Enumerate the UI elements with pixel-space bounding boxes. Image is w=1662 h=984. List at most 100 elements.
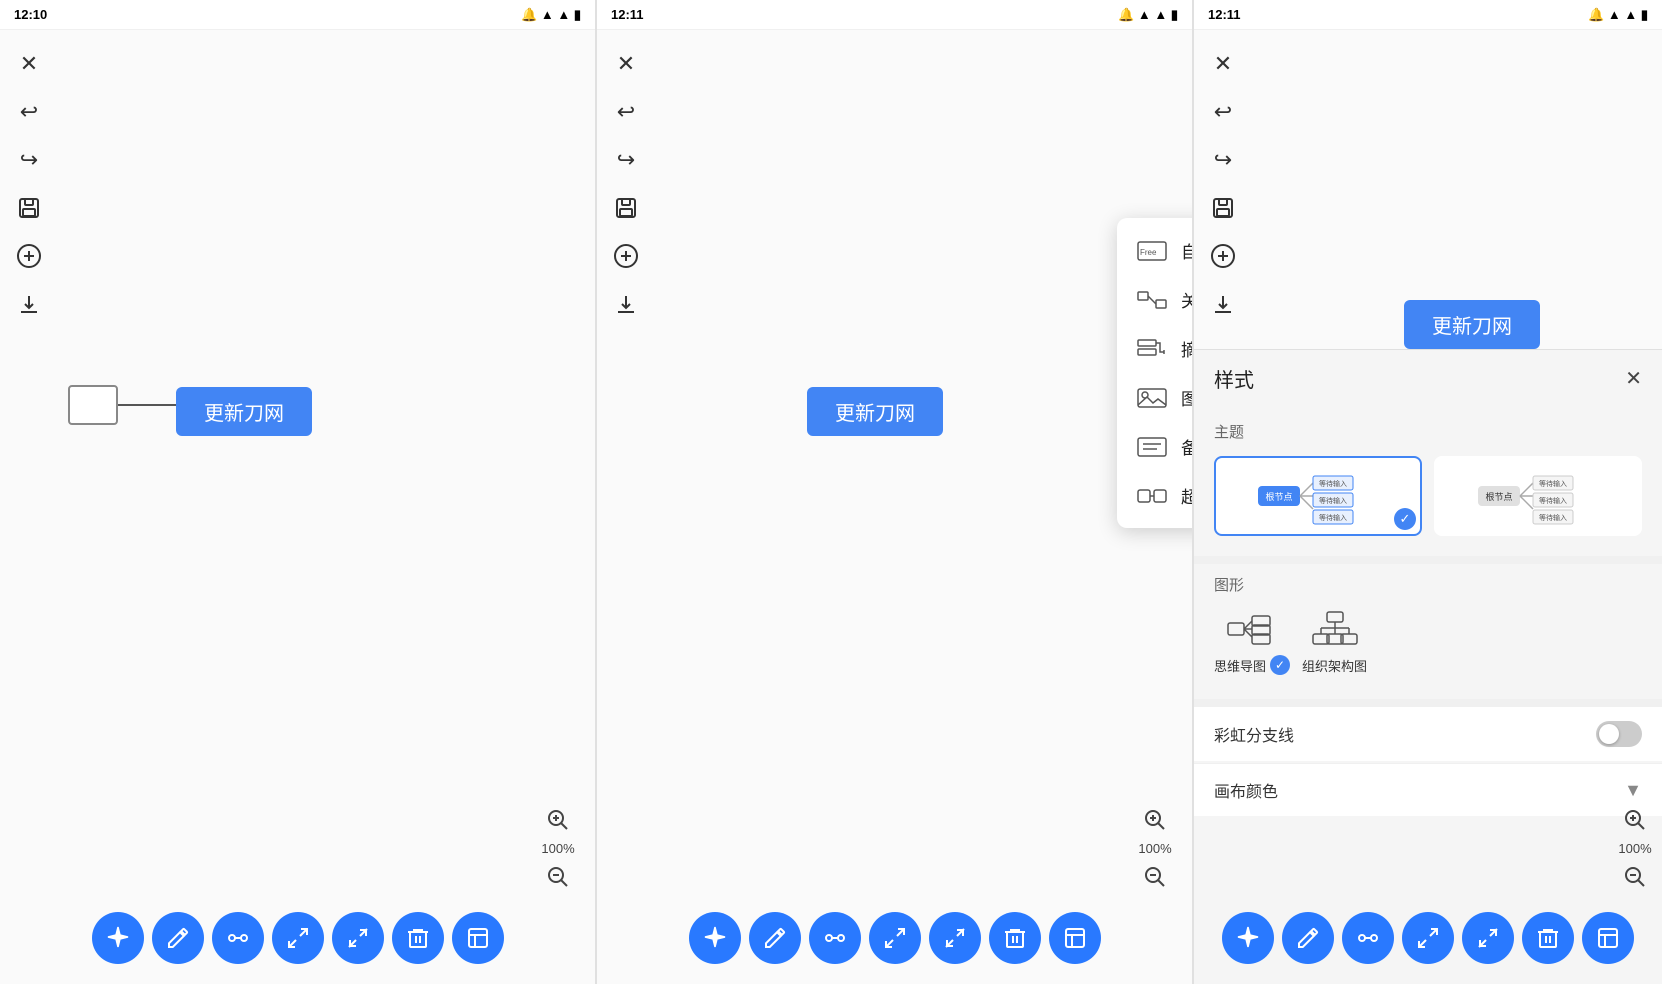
zoom-in-1[interactable] — [541, 803, 575, 837]
empty-node-1[interactable] — [68, 385, 118, 425]
undo-button-3[interactable]: ↩ — [1204, 93, 1242, 131]
wifi-icon: ▲ — [557, 7, 570, 22]
bottom-btn-expand-3[interactable] — [1402, 912, 1454, 964]
connector-1 — [118, 404, 176, 406]
bottom-btn-edit-1[interactable] — [152, 912, 204, 964]
zoom-level-2: 100% — [1138, 839, 1171, 858]
zoom-controls-2: 100% — [1138, 803, 1172, 894]
bottom-btn-delete-3[interactable] — [1522, 912, 1574, 964]
download-button-2[interactable] — [607, 285, 645, 323]
root-node-1[interactable]: 更新刀网 — [176, 387, 312, 436]
section-gap-2 — [1194, 699, 1662, 707]
close-button-2[interactable]: ✕ — [607, 45, 645, 83]
zoom-in-3[interactable] — [1618, 803, 1652, 837]
dropdown-menu: Free 自由节点 关联线 — [1117, 218, 1193, 528]
add-button-2[interactable] — [607, 237, 645, 275]
canvas-3[interactable]: 更新刀网 — [1194, 30, 1662, 350]
dropdown-item-link[interactable]: 关联线 — [1117, 275, 1193, 324]
bottom-btn-connect-1[interactable] — [212, 912, 264, 964]
shape-mindmap[interactable]: 思维导图 ✓ — [1214, 609, 1290, 675]
dropdown-item-hyperlink[interactable]: 超链接 — [1117, 471, 1193, 520]
style-panel-title: 样式 — [1214, 364, 1254, 393]
bottom-btn-magic-3[interactable] — [1222, 912, 1274, 964]
theme-card-1[interactable]: 根节点 等待输入 等待输入 等待输入 — [1214, 456, 1422, 536]
theme-1-check: ✓ — [1394, 508, 1416, 530]
bottom-btn-edit-2[interactable] — [749, 912, 801, 964]
rainbow-row: 彩虹分支线 — [1194, 707, 1662, 761]
toolbar-3: ✕ ↩ ↪ — [1204, 45, 1242, 323]
download-button-3[interactable] — [1204, 285, 1242, 323]
dropdown-item-note[interactable]: 备注 — [1117, 422, 1193, 471]
redo-button-3[interactable]: ↪ — [1204, 141, 1242, 179]
free-node-icon: Free — [1137, 241, 1167, 261]
zoom-out-1[interactable] — [541, 860, 575, 894]
bottom-btn-style-1[interactable] — [452, 912, 504, 964]
shape-section: 图形 — [1194, 564, 1662, 699]
mindmap-check: ✓ — [1270, 655, 1290, 675]
root-node-2[interactable]: 更新刀网 — [807, 387, 943, 436]
rainbow-label: 彩虹分支线 — [1214, 722, 1294, 746]
bottom-btn-style-3[interactable] — [1582, 912, 1634, 964]
canvas-1[interactable]: 更新刀网 — [0, 30, 595, 984]
bottom-btn-connect-3[interactable] — [1342, 912, 1394, 964]
redo-button-2[interactable]: ↪ — [607, 141, 645, 179]
status-icons-3: 🔔 ▲ ▲ ▮ — [1588, 7, 1648, 23]
root-node-3[interactable]: 更新刀网 — [1404, 300, 1540, 349]
bottom-btn-expand-1[interactable] — [272, 912, 324, 964]
dropdown-item-image[interactable]: 图片 — [1117, 373, 1193, 422]
image-icon — [1137, 387, 1167, 409]
bottom-toolbar-3 — [1194, 912, 1662, 964]
style-panel-close[interactable]: ✕ — [1625, 366, 1642, 391]
status-bar-2: 12:11 🔔 ▲ ▲ ▮ — [597, 0, 1192, 30]
bottom-btn-collapse-1[interactable] — [332, 912, 384, 964]
save-button-1[interactable] — [10, 189, 48, 227]
download-button-1[interactable] — [10, 285, 48, 323]
bottom-btn-magic-1[interactable] — [92, 912, 144, 964]
close-button-1[interactable]: ✕ — [10, 45, 48, 83]
undo-button-2[interactable]: ↩ — [607, 93, 645, 131]
zoom-level-1: 100% — [541, 839, 574, 858]
canvas-color-label: 画布颜色 — [1214, 778, 1278, 802]
bottom-btn-expand-2[interactable] — [869, 912, 921, 964]
add-button-1[interactable] — [10, 237, 48, 275]
save-button-3[interactable] — [1204, 189, 1242, 227]
bottom-btn-connect-2[interactable] — [809, 912, 861, 964]
theme-card-2[interactable]: 根节点 等待输入 等待输入 等待输入 — [1434, 456, 1642, 536]
bottom-btn-magic-2[interactable] — [689, 912, 741, 964]
zoom-in-2[interactable] — [1138, 803, 1172, 837]
save-button-2[interactable] — [607, 189, 645, 227]
shape-row: 思维导图 ✓ — [1194, 601, 1662, 691]
mindmap-shape-icon — [1226, 609, 1278, 649]
shape-label: 图形 — [1194, 564, 1662, 601]
add-button-3[interactable] — [1204, 237, 1242, 275]
bottom-btn-collapse-3[interactable] — [1462, 912, 1514, 964]
zoom-out-2[interactable] — [1138, 860, 1172, 894]
wifi-icon-3: ▲ — [1624, 7, 1637, 22]
redo-button-1[interactable]: ↪ — [10, 141, 48, 179]
shape-orgchart[interactable]: 组织架构图 — [1302, 610, 1367, 675]
battery-icon: ▮ — [574, 7, 581, 22]
close-button-3[interactable]: ✕ — [1204, 45, 1242, 83]
theme-card-inner-2: 根节点 等待输入 等待输入 等待输入 — [1436, 458, 1640, 534]
dropdown-label-free: 自由节点 — [1181, 238, 1193, 263]
panel-1: 12:10 🔔 ▲ ▲ ▮ ✕ ↩ ↪ — [0, 0, 596, 984]
battery-icon-3: ▮ — [1641, 7, 1648, 22]
bottom-btn-delete-1[interactable] — [392, 912, 444, 964]
canvas-color-chevron[interactable]: ▼ — [1624, 780, 1642, 801]
svg-text:等待输入: 等待输入 — [1319, 479, 1347, 488]
zoom-out-3[interactable] — [1618, 860, 1652, 894]
undo-button-1[interactable]: ↩ — [10, 93, 48, 131]
toolbar-1: ✕ ↩ ↪ — [10, 45, 48, 323]
bottom-btn-style-2[interactable] — [1049, 912, 1101, 964]
bottom-btn-collapse-2[interactable] — [929, 912, 981, 964]
style-panel: 样式 ✕ 主题 根节点 — [1194, 350, 1662, 984]
bottom-btn-delete-2[interactable] — [989, 912, 1041, 964]
dropdown-item-free[interactable]: Free 自由节点 — [1117, 226, 1193, 275]
dropdown-item-summary[interactable]: 摘要 — [1117, 324, 1193, 373]
canvas-2[interactable]: 更新刀网 Free 自由节点 — [597, 30, 1192, 984]
bottom-btn-edit-3[interactable] — [1282, 912, 1334, 964]
dropdown-label-image: 图片 — [1181, 385, 1193, 410]
status-icons-1: 🔔 ▲ ▲ ▮ — [521, 7, 581, 23]
mindmap-shape-label: 思维导图 — [1214, 656, 1266, 675]
rainbow-toggle[interactable] — [1596, 721, 1642, 747]
